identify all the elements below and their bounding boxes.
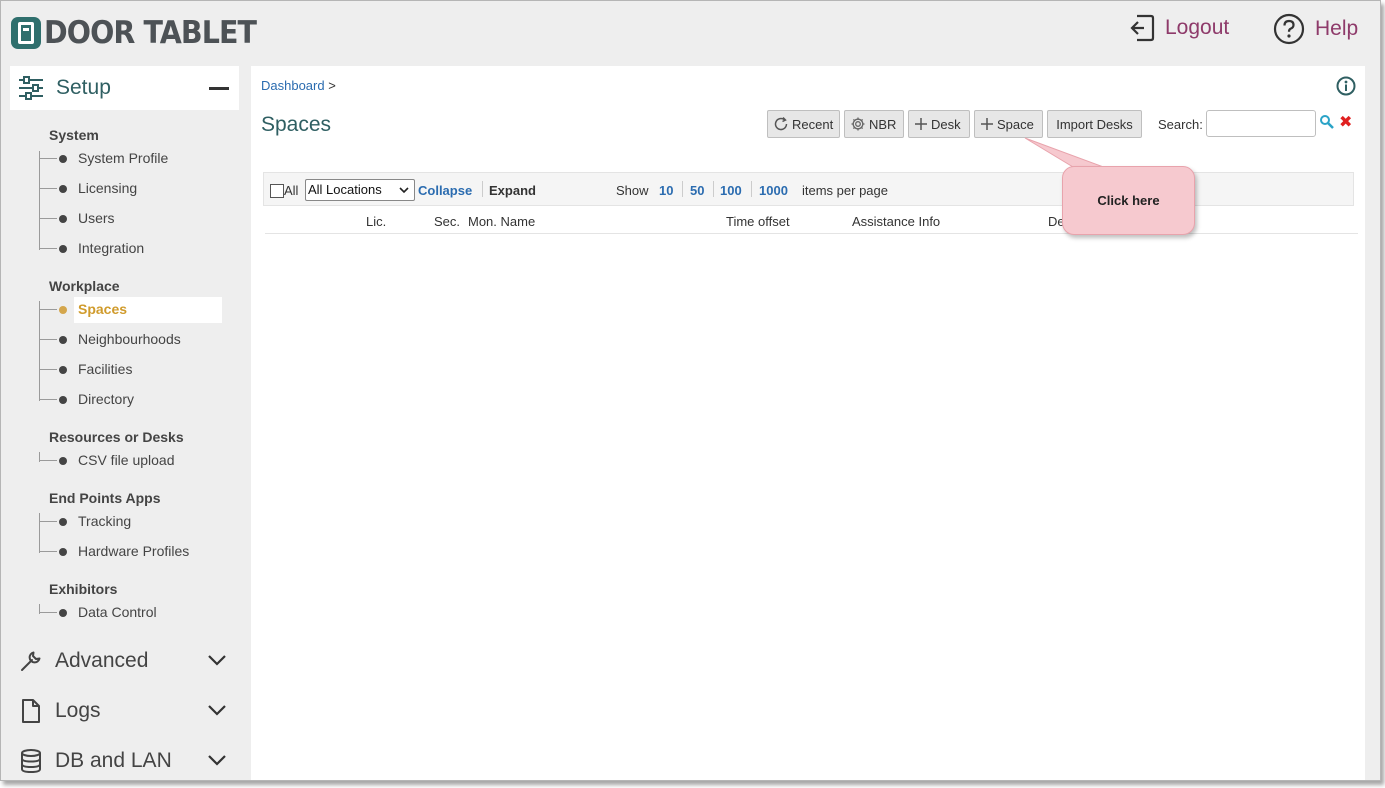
breadcrumb: Dashboard >: [261, 78, 336, 93]
nbr-button[interactable]: NBR: [844, 110, 904, 138]
sidebar-section-logs[interactable]: Logs: [19, 695, 233, 727]
search-input[interactable]: [1206, 110, 1316, 137]
click-here-callout: Click here: [1062, 166, 1195, 235]
select-all-checkbox[interactable]: [270, 184, 284, 198]
breadcrumb-dashboard-link[interactable]: Dashboard: [261, 78, 325, 93]
sidebar-item-facilities[interactable]: Facilities: [39, 358, 223, 382]
sidebar-section-db-lan[interactable]: DB and LAN: [19, 745, 233, 777]
page-title: Spaces: [261, 113, 332, 136]
group-title-resources: Resources or Desks: [49, 429, 184, 445]
select-all-label: All: [284, 183, 299, 198]
sidebar-item-neighbourhoods[interactable]: Neighbourhoods: [39, 328, 223, 352]
column-assistance-info[interactable]: Assistance Info: [852, 214, 940, 229]
help-icon: [1273, 13, 1305, 45]
location-select-value: All Locations: [308, 182, 382, 197]
sidebar-section-advanced[interactable]: Advanced: [19, 645, 233, 677]
info-icon[interactable]: [1336, 76, 1356, 96]
logout-label: Logout: [1165, 16, 1230, 39]
tablet-icon: [11, 17, 41, 49]
add-desk-button[interactable]: Desk: [908, 110, 970, 138]
divider: [682, 181, 683, 197]
sidebar-item-users[interactable]: Users: [39, 207, 223, 231]
search-icon[interactable]: [1319, 114, 1335, 130]
app-window: DOOR TABLET Logout Help Setup System Sys…: [0, 0, 1381, 781]
expand-link[interactable]: Expand: [489, 183, 536, 198]
add-desk-label: Desk: [931, 116, 961, 132]
plus-icon: [915, 118, 927, 130]
column-lic[interactable]: Lic.: [366, 214, 386, 229]
collapse-minus-icon[interactable]: [209, 87, 229, 90]
sidebar-item-csv-upload[interactable]: CSV file upload: [39, 449, 223, 473]
database-icon: [21, 749, 41, 774]
recent-label: Recent: [792, 116, 834, 132]
import-desks-button[interactable]: Import Desks: [1047, 110, 1142, 138]
import-desks-label: Import Desks: [1056, 116, 1133, 132]
chevron-down-icon[interactable]: [207, 653, 227, 667]
items-per-page-label: items per page: [802, 183, 888, 198]
sidebar-item-integration[interactable]: Integration: [39, 237, 223, 261]
plus-icon: [981, 118, 993, 130]
chevron-down-icon[interactable]: [207, 703, 227, 717]
sidebar-item-tracking[interactable]: Tracking: [39, 510, 223, 534]
sidebar-item-licensing[interactable]: Licensing: [39, 177, 223, 201]
section-label-advanced: Advanced: [55, 649, 149, 672]
main-panel: Dashboard > Spaces Recent NBR Desk Space…: [251, 66, 1365, 780]
divider: [482, 181, 483, 197]
help-button[interactable]: Help: [1273, 13, 1358, 45]
file-icon: [22, 699, 40, 723]
group-title-system: System: [49, 127, 99, 143]
sidebar-item-data-control[interactable]: Data Control: [39, 601, 223, 625]
gear-icon: [851, 117, 865, 131]
setup-section-header[interactable]: Setup: [10, 66, 239, 110]
add-space-label: Space: [997, 116, 1034, 132]
group-title-workplace: Workplace: [49, 278, 120, 294]
sidebar-item-system-profile[interactable]: System Profile: [39, 147, 223, 171]
group-title-end-points: End Points Apps: [49, 490, 161, 506]
clear-search-icon[interactable]: ✖: [1339, 112, 1352, 132]
help-label: Help: [1315, 17, 1359, 40]
location-select[interactable]: All Locations: [305, 179, 415, 201]
collapse-link[interactable]: Collapse: [418, 183, 472, 198]
add-space-button[interactable]: Space: [974, 110, 1043, 138]
recent-button[interactable]: Recent: [767, 110, 840, 138]
page-size-1000[interactable]: 1000: [759, 183, 788, 198]
sliders-icon: [19, 76, 43, 100]
logout-icon: [1130, 14, 1155, 42]
search-label: Search:: [1158, 117, 1203, 132]
sidebar-item-spaces[interactable]: Spaces: [39, 297, 223, 323]
column-time-offset[interactable]: Time offset: [726, 214, 790, 229]
divider: [751, 181, 752, 197]
brand-name: DOOR TABLET: [44, 15, 257, 51]
sidebar-item-directory[interactable]: Directory: [39, 388, 223, 412]
page-size-100[interactable]: 100: [720, 183, 742, 198]
section-label-db-lan: DB and LAN: [55, 749, 172, 772]
chevron-down-icon: [399, 187, 409, 194]
door-tablet-logo[interactable]: DOOR TABLET: [11, 15, 275, 51]
breadcrumb-separator: >: [328, 78, 336, 93]
page-size-10[interactable]: 10: [659, 183, 673, 198]
refresh-icon: [774, 116, 788, 131]
page-size-50[interactable]: 50: [690, 183, 704, 198]
show-label: Show: [616, 183, 649, 198]
divider: [713, 181, 714, 197]
group-title-exhibitors: Exhibitors: [49, 581, 118, 597]
setup-label: Setup: [56, 76, 111, 99]
section-label-logs: Logs: [55, 699, 101, 722]
column-mon-name[interactable]: Mon. Name: [468, 214, 535, 229]
wrench-icon: [21, 651, 41, 671]
column-sec[interactable]: Sec.: [434, 214, 460, 229]
logout-button[interactable]: Logout: [1129, 13, 1229, 43]
nbr-label: NBR: [869, 116, 897, 132]
chevron-down-icon[interactable]: [207, 753, 227, 767]
sidebar-item-hardware-profiles[interactable]: Hardware Profiles: [39, 540, 223, 564]
